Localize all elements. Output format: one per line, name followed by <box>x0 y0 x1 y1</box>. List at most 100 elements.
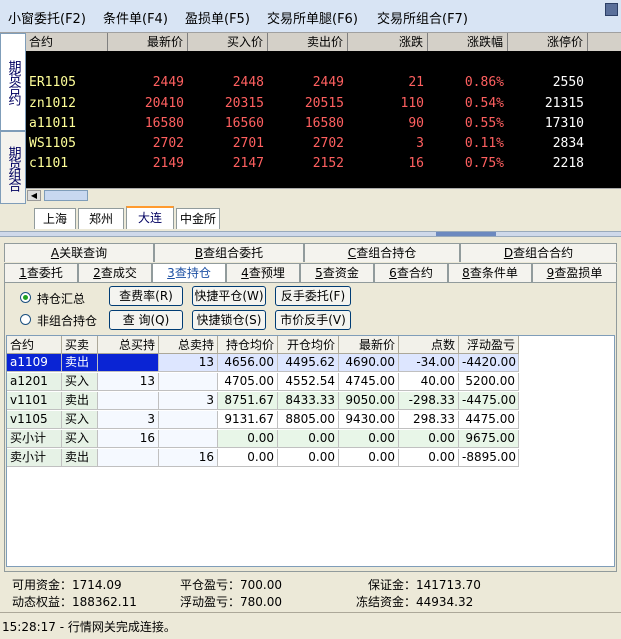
table-cell-hold-avg: 4656.00 <box>218 354 278 372</box>
splitter-grip-icon[interactable] <box>436 232 496 236</box>
quick-lock-button[interactable]: 快捷锁仓(S) <box>192 310 266 330</box>
table-cell-points: 0.00 <box>399 449 459 467</box>
tab-exchange-dalian[interactable]: 大连 <box>126 206 174 229</box>
menu-conditional-order[interactable]: 条件单(F4) <box>103 8 168 27</box>
market-reverse-button[interactable]: 市价反手(V) <box>275 310 351 330</box>
available-funds: 可用资金：1714.09 <box>12 578 122 592</box>
tab-query-preset[interactable]: 4查预埋 <box>226 263 300 282</box>
menu-exchange-single-leg[interactable]: 交易所单腿(F6) <box>267 8 358 27</box>
table-cell-contract: a1109 <box>7 354 62 372</box>
main-query-tabs: 1查委托 2查成交 3查持仓 4查预埋 5查资金 6查合约 8查条件单 9查盈损… <box>4 263 617 282</box>
positions-table[interactable]: 合约 买卖 总买持 总卖持 持仓均价 开仓均价 最新价 点数 浮动盈亏 a110… <box>6 335 615 567</box>
table-cell-side: 买入 <box>62 373 98 391</box>
col-contract[interactable]: 合约 <box>7 336 62 354</box>
tab-query-orders[interactable]: 1查委托 <box>4 263 78 282</box>
table-cell-side: 卖出 <box>62 354 98 372</box>
quote-cell-contract: WS1105 <box>29 136 76 151</box>
combo-query-tabs: A关联查询 B查组合委托 C查组合持仓 D查组合合约 <box>4 243 617 262</box>
quote-cell-change: 3 <box>416 136 424 151</box>
scroll-left-icon[interactable]: ◀ <box>27 190 41 201</box>
quote-col-change-pct[interactable]: 涨跌幅 <box>428 33 508 51</box>
quote-cell-change-pct: 0.86% <box>464 75 504 90</box>
table-cell-last: 0.00 <box>339 449 399 467</box>
tab-combo-contracts[interactable]: D查组合合约 <box>460 243 617 262</box>
reverse-order-button[interactable]: 反手委托(F) <box>275 286 351 306</box>
query-button[interactable]: 查 询(Q) <box>109 310 183 330</box>
quote-col-change[interactable]: 涨跌 <box>348 33 428 51</box>
quick-close-button[interactable]: 快捷平仓(W) <box>192 286 266 306</box>
table-cell-open-avg: 8433.33 <box>278 392 339 410</box>
tab-query-conditional[interactable]: 8查条件单 <box>448 263 532 282</box>
tab-combo-orders[interactable]: B查组合委托 <box>154 243 304 262</box>
col-last[interactable]: 最新价 <box>339 336 399 354</box>
radio-position-summary[interactable] <box>20 292 31 303</box>
table-cell-open-avg: 4552.54 <box>278 373 339 391</box>
tab-query-positions[interactable]: 3查持仓 <box>152 263 226 282</box>
account-summary: 可用资金：1714.09 动态权益：188362.11 平仓盈亏：700.00 … <box>0 574 621 612</box>
tab-combo-positions[interactable]: C查组合持仓 <box>304 243 460 262</box>
close-icon[interactable] <box>605 3 618 16</box>
quote-col-ask[interactable]: 卖出价 <box>268 33 348 51</box>
tab-query-profit-loss[interactable]: 9查盈损单 <box>532 263 617 282</box>
quote-row[interactable]: WS1105 2702 2701 2702 3 0.11% 2834 <box>26 134 621 154</box>
quote-row[interactable]: ER1105 2449 2448 2449 21 0.86% 2550 <box>26 73 621 93</box>
quote-col-bid[interactable]: 买入价 <box>188 33 268 51</box>
quote-scrollbar[interactable]: ◀ <box>26 188 621 202</box>
table-cell-hold-avg: 0.00 <box>218 430 278 448</box>
table-cell-contract: 买小计 <box>7 430 62 448</box>
table-cell-last: 9430.00 <box>339 411 399 429</box>
tab-query-trades[interactable]: 2查成交 <box>78 263 152 282</box>
col-total-sell[interactable]: 总卖持 <box>159 336 218 354</box>
table-cell-sell <box>159 373 218 391</box>
menu-small-order[interactable]: 小窗委托(F2) <box>8 8 86 27</box>
col-open-avg[interactable]: 开仓均价 <box>278 336 339 354</box>
col-points[interactable]: 点数 <box>399 336 459 354</box>
panel-splitter[interactable] <box>0 231 621 237</box>
quote-cell-change: 110 <box>400 96 424 111</box>
quote-cell-ask: 2449 <box>312 75 344 90</box>
table-cell-hold-avg: 0.00 <box>218 449 278 467</box>
table-cell-points: -298.33 <box>399 392 459 410</box>
table-cell-open-avg: 0.00 <box>278 449 339 467</box>
quote-cell-change-pct: 0.55% <box>464 116 504 131</box>
tab-exchange-cffex[interactable]: 中金所 <box>176 208 220 229</box>
quote-cell-limit-up: 17310 <box>544 116 584 131</box>
quote-col-limit-up[interactable]: 涨停价 <box>508 33 588 51</box>
table-cell-last: 0.00 <box>339 430 399 448</box>
tab-query-contracts[interactable]: 6查合约 <box>374 263 448 282</box>
close-pl: 平仓盈亏：700.00 <box>180 578 282 592</box>
tab-query-funds[interactable]: 5查资金 <box>300 263 374 282</box>
table-cell-sell: 16 <box>159 449 218 467</box>
quote-cell-last: 2702 <box>152 136 184 151</box>
quote-row[interactable]: a11011 16580 16560 16580 90 0.55% 17310 <box>26 114 621 134</box>
radio-non-combo[interactable] <box>20 314 31 325</box>
table-cell-float-pl: -8895.00 <box>459 449 519 467</box>
scroll-thumb[interactable] <box>44 190 88 201</box>
table-cell-float-pl: 5200.00 <box>459 373 519 391</box>
fee-rate-button[interactable]: 查费率(R) <box>109 286 183 306</box>
col-float-pl[interactable]: 浮动盈亏 <box>459 336 519 354</box>
quote-cell-bid: 16560 <box>224 116 264 131</box>
menu-exchange-combo[interactable]: 交易所组合(F7) <box>377 8 468 27</box>
tab-related-query[interactable]: A关联查询 <box>4 243 154 262</box>
table-cell-open-avg: 0.00 <box>278 430 339 448</box>
table-cell-buy: 3 <box>98 411 159 429</box>
quote-board: 合约 最新价 买入价 卖出价 涨跌 涨跌幅 涨停价 ER1105 2449 2448… <box>26 33 621 188</box>
tab-exchange-zhengzhou[interactable]: 郑州 <box>78 208 124 229</box>
tab-exchange-shanghai[interactable]: 上海 <box>34 208 76 229</box>
quote-col-last[interactable]: 最新价 <box>108 33 188 51</box>
table-cell-sell <box>159 411 218 429</box>
quote-col-contract[interactable]: 合约 <box>26 33 108 51</box>
side-tab-futures-contract[interactable]: 期货合约 <box>0 33 26 131</box>
side-tab-futures-combo[interactable]: 期货组合 <box>0 131 26 204</box>
menu-profit-loss-order[interactable]: 盈损单(F5) <box>185 8 250 27</box>
table-cell-float-pl: -4475.00 <box>459 392 519 410</box>
col-total-buy[interactable]: 总买持 <box>98 336 159 354</box>
table-cell-points: 0.00 <box>399 430 459 448</box>
quote-cell-contract: a11011 <box>29 116 76 131</box>
col-side[interactable]: 买卖 <box>62 336 98 354</box>
quote-row[interactable]: zn1012 20410 20315 20515 110 0.54% 21315 <box>26 94 621 114</box>
quote-row[interactable]: c1101 2149 2147 2152 16 0.75% 2218 <box>26 154 621 174</box>
table-cell-buy <box>98 354 159 372</box>
col-hold-avg[interactable]: 持仓均价 <box>218 336 278 354</box>
